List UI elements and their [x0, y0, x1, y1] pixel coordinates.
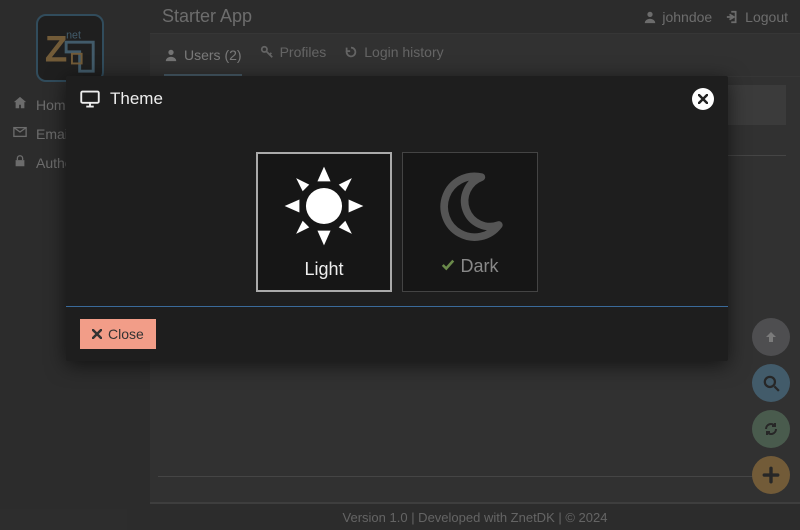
theme-label-text: Dark: [460, 256, 498, 277]
modal-body: Light Dark: [66, 122, 728, 307]
theme-option-dark[interactable]: Dark: [402, 152, 538, 292]
theme-option-light[interactable]: Light: [256, 152, 392, 292]
modal-title-text: Theme: [110, 89, 163, 109]
close-icon: [92, 326, 102, 342]
modal-footer: Close: [66, 307, 728, 361]
close-label: Close: [108, 326, 144, 342]
close-icon: [698, 94, 708, 104]
modal-header: Theme: [66, 76, 728, 122]
close-button[interactable]: Close: [80, 319, 156, 349]
theme-label: Light: [304, 259, 343, 280]
modal-title: Theme: [80, 89, 163, 109]
moon-icon: [432, 168, 508, 244]
theme-modal: Theme: [66, 76, 728, 361]
monitor-icon: [80, 89, 100, 109]
modal-close-x[interactable]: [692, 88, 714, 110]
check-icon: [441, 256, 455, 277]
sun-icon: [283, 165, 365, 247]
theme-label-selected: Dark: [441, 256, 498, 277]
